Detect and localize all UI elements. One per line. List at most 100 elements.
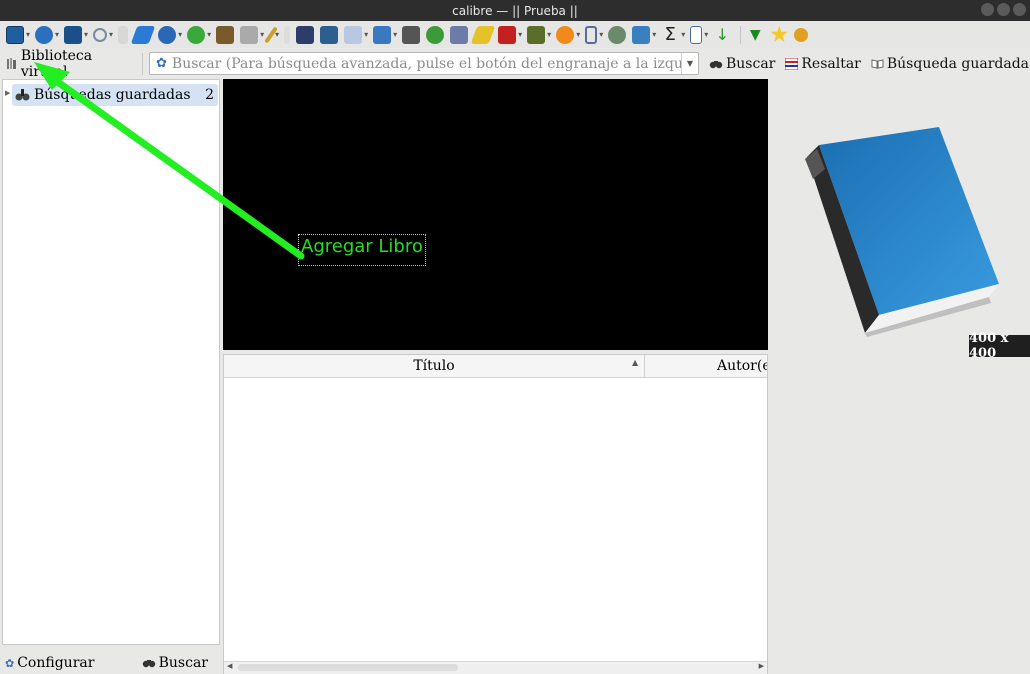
search-placeholder: Buscar (Para búsqueda avanzada, pulse el… bbox=[171, 55, 681, 72]
minimize-button[interactable] bbox=[981, 3, 994, 16]
toolbar-button-edit-metadata[interactable]: ▾ bbox=[35, 23, 62, 47]
view-icon bbox=[320, 25, 339, 44]
toolbar-separator bbox=[740, 25, 742, 44]
gear-icon[interactable]: ✿ bbox=[156, 56, 167, 71]
configure-button[interactable]: ✿ Configurar bbox=[5, 655, 94, 671]
toolbar-button-get-books-globe[interactable]: ▾ bbox=[158, 23, 185, 47]
tag-browser: ▶ Búsquedas guardadas 2 bbox=[2, 79, 220, 645]
toolbar-button-search[interactable]: ▾ bbox=[93, 23, 116, 47]
library-icon bbox=[7, 58, 16, 69]
find-key-icon bbox=[794, 27, 809, 42]
close-button[interactable] bbox=[1013, 3, 1026, 16]
toolbar-button-sigma[interactable]: Σ ▾ bbox=[661, 23, 688, 47]
toolbar-button-catalog[interactable] bbox=[402, 23, 424, 47]
dropdown-arrow-icon[interactable]: ▾ bbox=[260, 30, 264, 39]
toolbar-button-tweak[interactable]: ▾ bbox=[632, 23, 659, 47]
zoom-page-icon bbox=[344, 25, 363, 44]
dropdown-arrow-icon[interactable]: ▾ bbox=[364, 30, 368, 39]
tag-browser-footer: ✿ Configurar Buscar bbox=[2, 652, 220, 674]
dropdown-arrow-icon[interactable]: ▾ bbox=[109, 30, 113, 39]
recycle-icon bbox=[187, 25, 206, 44]
download-book-icon bbox=[527, 25, 546, 44]
tree-item-label: Búsquedas guardadas bbox=[34, 87, 191, 103]
toolbar-button-polish[interactable] bbox=[608, 23, 630, 47]
tree-item-count: 2 bbox=[205, 87, 214, 103]
search-input[interactable]: ✿ Buscar (Para búsqueda avanzada, pulse … bbox=[149, 52, 699, 75]
catalog-icon bbox=[402, 25, 421, 44]
dropdown-arrow-icon[interactable]: ▾ bbox=[26, 30, 30, 39]
dropdown-arrow-icon[interactable]: ▾ bbox=[55, 30, 59, 39]
toolbar-button-brackets[interactable]: ▾ bbox=[585, 23, 606, 47]
toolbar-button-download-book[interactable]: ▾ bbox=[527, 23, 554, 47]
saved-search-icon bbox=[15, 89, 30, 101]
dropdown-arrow-icon[interactable]: ▾ bbox=[178, 30, 182, 39]
toolbar-button-recycle[interactable]: ▾ bbox=[187, 23, 214, 47]
scroll-left-icon[interactable]: ◀ bbox=[227, 662, 232, 670]
dropdown-arrow-icon[interactable]: ▾ bbox=[547, 30, 551, 39]
toolbar-button-news[interactable] bbox=[296, 23, 318, 47]
separator bbox=[142, 52, 143, 75]
virtual-library-button[interactable]: Biblioteca virtual bbox=[6, 48, 142, 80]
toolbar-button-sort-az[interactable]: ↓ bbox=[713, 23, 735, 47]
toolbar-button-column[interactable]: ▾ bbox=[690, 23, 711, 47]
toolbar-button-library[interactable] bbox=[216, 23, 238, 47]
toolbar-button-add-book[interactable]: ▾ bbox=[6, 23, 33, 47]
toolbar-button-green-down-arrow[interactable]: ▼ bbox=[746, 23, 768, 47]
toolbar-button-check-library[interactable] bbox=[426, 23, 448, 47]
dropdown-arrow-icon[interactable]: ▾ bbox=[681, 30, 685, 39]
virtual-library-label: Biblioteca virtual bbox=[20, 47, 93, 80]
toolbar-button-save[interactable] bbox=[284, 23, 294, 47]
dropdown-arrow-icon[interactable]: ▾ bbox=[704, 30, 708, 39]
dropdown-arrow-icon[interactable]: ▾ bbox=[207, 30, 211, 39]
binoculars-icon bbox=[142, 660, 155, 668]
toolbar-button-marker[interactable] bbox=[470, 23, 496, 47]
toolbar-button-pencil[interactable]: ▾ bbox=[264, 23, 282, 47]
stack-books-icon bbox=[450, 25, 469, 44]
column-header-authors[interactable]: Autor(es bbox=[645, 355, 767, 377]
tree-item-saved-searches[interactable]: Búsquedas guardadas 2 bbox=[12, 84, 218, 106]
window-controls bbox=[981, 3, 1026, 16]
search-button[interactable]: Buscar bbox=[709, 56, 775, 72]
dropdown-arrow-icon[interactable]: ▾ bbox=[393, 30, 397, 39]
column-header-title[interactable]: Título ▲ bbox=[224, 355, 645, 377]
highlight-button[interactable]: Resaltar bbox=[785, 56, 861, 72]
get-books-globe-icon bbox=[158, 25, 177, 44]
search-icon bbox=[93, 27, 108, 42]
expand-arrow-icon[interactable]: ▶ bbox=[5, 89, 10, 97]
toolbar-button-highlight-pen[interactable] bbox=[130, 23, 156, 47]
maximize-button[interactable] bbox=[997, 3, 1010, 16]
dropdown-arrow-icon[interactable]: ▾ bbox=[599, 30, 603, 39]
book-list[interactable]: Título ▲ Autor(es ◀ ▶ bbox=[223, 354, 768, 674]
orange-disk-icon bbox=[556, 25, 575, 44]
horizontal-scrollbar[interactable]: ◀ ▶ bbox=[224, 661, 767, 674]
highlight-icon bbox=[785, 57, 799, 70]
column-authors-label: Autor(es bbox=[717, 358, 767, 374]
toolbar-button-star[interactable] bbox=[770, 23, 792, 47]
toolbar-button-view[interactable] bbox=[320, 23, 342, 47]
scroll-right-icon[interactable]: ▶ bbox=[759, 662, 764, 670]
dropdown-arrow-icon[interactable]: ▾ bbox=[576, 30, 580, 39]
find-button[interactable]: Buscar bbox=[142, 655, 208, 671]
main-toolbar: ▾ ▾ ▾ ▾ ▾ ▾ ▾ ▾ ▾ ▾ ▾ ▾ ▾ ▾ ▾ Σ ▾ ▾ ↓ ▼ bbox=[0, 21, 1030, 48]
toolbar-button-orange-disk[interactable]: ▾ bbox=[556, 23, 583, 47]
toolbar-button-find-key[interactable] bbox=[794, 23, 812, 47]
toolbar-button-select[interactable] bbox=[118, 23, 132, 47]
dropdown-arrow-icon[interactable]: ▾ bbox=[518, 30, 522, 39]
star-icon bbox=[770, 25, 788, 42]
column-title-label: Título bbox=[413, 358, 455, 374]
search-button-label: Buscar bbox=[726, 55, 776, 72]
toolbar-button-zoom-page[interactable]: ▾ bbox=[344, 23, 371, 47]
highlight-button-label: Resaltar bbox=[801, 55, 861, 72]
scrollbar-thumb[interactable] bbox=[238, 664, 458, 671]
toolbar-button-book-details[interactable]: ▾ bbox=[373, 23, 400, 47]
dropdown-arrow-icon[interactable]: ▾ bbox=[84, 30, 88, 39]
toolbar-button-device[interactable]: ▾ bbox=[240, 23, 267, 47]
toolbar-button-convert-books[interactable]: ▾ bbox=[64, 23, 91, 47]
saved-search-label: Búsqueda guardada bbox=[886, 55, 1030, 72]
dropdown-arrow-icon[interactable]: ▾ bbox=[652, 30, 656, 39]
toolbar-button-red-book[interactable]: ▾ bbox=[498, 23, 525, 47]
search-history-dropdown[interactable]: ▼ bbox=[681, 53, 698, 74]
toolbar-button-stack-books[interactable] bbox=[450, 23, 472, 47]
saved-search-button[interactable]: Búsqueda guardada bbox=[871, 56, 1029, 72]
convert-books-icon bbox=[64, 25, 83, 44]
